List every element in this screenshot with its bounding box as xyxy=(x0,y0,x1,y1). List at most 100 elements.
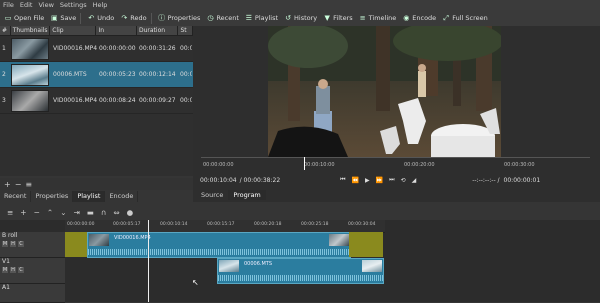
main-toolbar: ▭ Open File ▣ Save ↶ Undo ↷ Redo ⓘ Properties… xyxy=(0,10,600,27)
undo-button[interactable]: ↶ Undo xyxy=(87,14,114,22)
remove-icon[interactable]: − xyxy=(34,208,40,217)
timeline-ruler-label: 00:00:05:17 xyxy=(113,222,141,227)
redo-icon: ↷ xyxy=(121,14,128,22)
save-icon: ▣ xyxy=(51,14,58,22)
track-header-a1[interactable]: A1 xyxy=(0,284,65,303)
fullscreen-button[interactable]: ⤢ Full Screen xyxy=(442,13,487,23)
video-frame-image xyxy=(268,26,501,157)
encode-icon: ◉ xyxy=(403,14,410,22)
column-header-thumbnails[interactable]: Thumbnails xyxy=(11,26,51,35)
menu-settings[interactable]: Settings xyxy=(57,1,90,9)
rewind-icon[interactable]: ⏪ xyxy=(352,177,359,184)
left-panel-tabs: Recent Properties Playlist Encode xyxy=(0,191,193,202)
timeline-ruler-label: 00:00:20:18 xyxy=(254,222,282,227)
timeline-playhead[interactable] xyxy=(148,220,149,302)
skip-to-start-icon[interactable]: ⏮ xyxy=(340,176,345,184)
hide-button[interactable]: H xyxy=(10,241,16,247)
clip-thumbnail xyxy=(219,260,239,272)
lift-icon[interactable]: ⌃ xyxy=(47,208,53,217)
playlist-row[interactable]: 3 VID00016.MP4 00:00:08:24 00:00:09:27 0… xyxy=(0,88,193,114)
ruler-label: 00:00:20:00 xyxy=(404,162,435,168)
playlist-controls: + − ≡ xyxy=(0,178,193,190)
playhead[interactable] xyxy=(304,157,305,170)
encode-button[interactable]: ◉ Encode xyxy=(402,14,436,22)
recent-icon: ◷ xyxy=(207,14,214,22)
menu-help[interactable]: Help xyxy=(90,1,111,9)
timeline-ruler-label: 00:00:25:18 xyxy=(301,222,329,227)
ripple-icon[interactable]: ⇔ xyxy=(113,208,119,217)
track-header-broll[interactable]: B roll M H C xyxy=(0,232,65,258)
history-button[interactable]: ↺ History xyxy=(284,14,317,22)
playlist-menu-button[interactable]: ≡ xyxy=(25,180,32,189)
clip-thumbnail xyxy=(11,37,49,60)
clip-label: VID00016.MP4 xyxy=(114,235,151,241)
column-header-in[interactable]: In xyxy=(96,26,137,35)
overwrite-icon[interactable]: ⌄ xyxy=(60,208,66,217)
info-icon: ⓘ xyxy=(158,14,166,22)
playlist-button[interactable]: ☰ Playlist xyxy=(245,14,278,22)
play-icon[interactable]: ▶ xyxy=(365,177,370,184)
current-timecode-field[interactable]: 00:00:10:04 xyxy=(200,177,237,184)
column-header-duration[interactable]: Duration xyxy=(137,26,179,35)
recent-button[interactable]: ◷ Recent xyxy=(206,14,239,22)
playlist-row[interactable]: 1 VID00016.MP4 00:00:00:00 00:00:31:26 0… xyxy=(0,36,193,62)
menu-view[interactable]: View xyxy=(35,1,56,9)
zoom-icon[interactable]: ▬ xyxy=(87,208,94,217)
scrub-icon[interactable]: ● xyxy=(127,208,134,217)
timeline-ruler-label: 00:00:30:04 xyxy=(348,222,376,227)
tab-recent[interactable]: Recent xyxy=(0,191,32,202)
ruler-label: 00:00:00:00 xyxy=(203,162,234,168)
mute-button[interactable]: M xyxy=(2,267,8,273)
clip-thumbnail xyxy=(329,234,349,246)
menu-edit[interactable]: Edit xyxy=(17,1,36,9)
split-icon[interactable]: ⇥ xyxy=(73,208,79,217)
column-header-number[interactable]: # xyxy=(0,26,11,35)
hide-button[interactable]: H xyxy=(10,267,16,273)
playlist-icon: ☰ xyxy=(245,14,253,22)
add-clip-button[interactable]: + xyxy=(4,180,11,189)
append-icon[interactable]: + xyxy=(20,208,26,217)
column-header-clip[interactable]: Clip xyxy=(50,26,97,35)
filters-button[interactable]: ▼ Filters xyxy=(323,14,352,22)
track-gap[interactable] xyxy=(349,232,383,257)
composite-button[interactable]: C xyxy=(18,267,24,273)
ruler-label: 00:00:30:00 xyxy=(504,162,535,168)
video-frame[interactable] xyxy=(268,26,501,157)
tab-encode[interactable]: Encode xyxy=(105,191,139,202)
tab-playlist[interactable]: Playlist xyxy=(73,191,106,202)
viewer-timeline-ruler[interactable]: 00:00:00:00 00:00:10:00 00:00:20:00 00:0… xyxy=(201,157,590,171)
timeline-button[interactable]: ≡ Timeline xyxy=(359,14,397,22)
redo-button[interactable]: ↷ Redo xyxy=(120,14,146,22)
tab-program[interactable]: Program xyxy=(228,190,266,200)
composite-button[interactable]: C xyxy=(18,241,24,247)
properties-button[interactable]: ⓘ Properties xyxy=(158,13,200,23)
audio-waveform xyxy=(218,275,383,281)
skip-to-end-icon[interactable]: ⏭ xyxy=(389,176,394,184)
remove-clip-button[interactable]: − xyxy=(15,180,22,189)
track-name: A1 xyxy=(2,284,10,291)
track-gap[interactable] xyxy=(65,232,87,257)
audio-waveform xyxy=(88,249,350,255)
timeline-menu-icon[interactable]: ≡ xyxy=(7,208,13,217)
menu-file[interactable]: File xyxy=(0,1,17,9)
snap-icon[interactable]: ∩ xyxy=(101,208,107,217)
open-file-button[interactable]: ▭ Open File xyxy=(4,14,45,22)
save-button[interactable]: ▣ Save xyxy=(50,14,76,22)
timeline-toolbar: ≡ + − ⌃ ⌄ ⇥ ▬ ∩ ⇔ ● xyxy=(0,206,600,219)
loop-icon[interactable]: ⟲ xyxy=(401,177,406,184)
timeline-ruler-label: 00:00:00:00 xyxy=(67,222,95,227)
volume-icon[interactable]: ◢ xyxy=(412,177,417,184)
fullscreen-icon: ⤢ xyxy=(443,13,449,22)
tab-properties[interactable]: Properties xyxy=(31,191,74,202)
timeline-clip-broll[interactable]: VID00016.MP4 xyxy=(87,232,351,258)
mute-button[interactable]: M xyxy=(2,241,8,247)
playlist-row-selected[interactable]: 2 00006.MTS 00:00:05:23 00:00:12:14 00:0… xyxy=(0,62,193,88)
timeline-clip-v1[interactable]: 00006.MTS xyxy=(217,258,384,284)
column-header-start[interactable]: St xyxy=(178,26,193,35)
viewer-tabs: Source Program xyxy=(196,190,266,200)
undo-icon: ↶ xyxy=(88,14,95,22)
track-header-v1[interactable]: V1 M H C xyxy=(0,258,65,284)
tab-source[interactable]: Source xyxy=(196,190,228,200)
fast-forward-icon[interactable]: ⏩ xyxy=(376,177,383,184)
toolbar-divider xyxy=(150,12,152,24)
